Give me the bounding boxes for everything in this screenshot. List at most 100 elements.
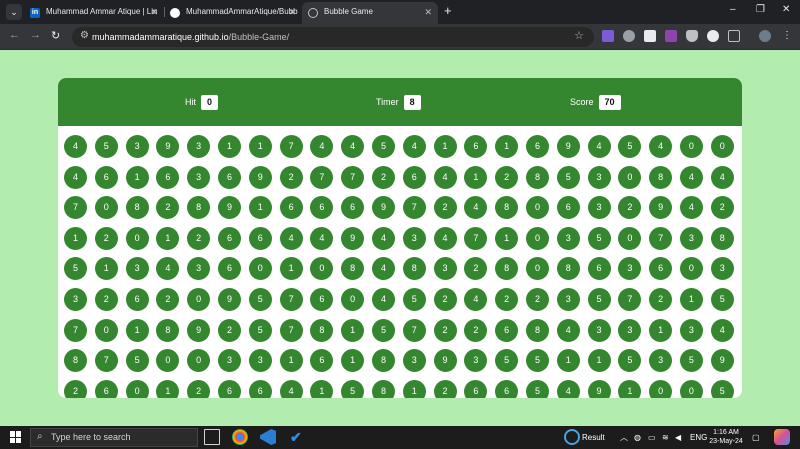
bubble[interactable]: 3 xyxy=(402,349,426,373)
bubble[interactable]: 1 xyxy=(433,135,457,158)
bubble[interactable]: 8 xyxy=(402,257,426,281)
bubble[interactable]: 7 xyxy=(464,226,488,250)
bubble[interactable]: 2 xyxy=(433,287,457,311)
bubble[interactable]: 5 xyxy=(341,379,365,398)
bubble[interactable]: 4 xyxy=(433,165,457,189)
bubble[interactable]: 5 xyxy=(371,318,395,342)
bubble[interactable]: 7 xyxy=(402,318,426,342)
close-tab-icon[interactable]: ✕ xyxy=(288,2,296,22)
bubble[interactable]: 1 xyxy=(679,287,703,311)
bubble[interactable]: 9 xyxy=(371,196,395,220)
bubble[interactable]: 8 xyxy=(525,165,549,189)
bubble[interactable]: 2 xyxy=(433,318,457,342)
bubble[interactable]: 1 xyxy=(64,226,87,250)
bubble[interactable]: 7 xyxy=(64,318,87,342)
bubble[interactable]: 0 xyxy=(94,318,118,342)
bubble[interactable]: 2 xyxy=(187,379,211,398)
browser-menu-icon[interactable]: ⋮ xyxy=(781,30,793,42)
bubble[interactable]: 5 xyxy=(710,287,734,311)
bubble[interactable]: 1 xyxy=(279,257,303,281)
bubble[interactable]: 3 xyxy=(64,287,87,311)
bubble[interactable]: 4 xyxy=(279,226,303,250)
bubble[interactable]: 2 xyxy=(94,287,118,311)
volume-icon[interactable]: ◀ xyxy=(675,426,681,449)
bubble[interactable]: 4 xyxy=(64,135,87,158)
bubble[interactable]: 5 xyxy=(618,135,642,158)
bubble[interactable]: 6 xyxy=(217,379,241,398)
bubble[interactable]: 6 xyxy=(248,226,272,250)
bubble[interactable]: 1 xyxy=(556,349,580,373)
tab-search-button[interactable]: ⌄ xyxy=(6,4,22,20)
settings-extension-icon[interactable] xyxy=(707,30,719,42)
bubble[interactable]: 2 xyxy=(371,165,395,189)
bubble[interactable]: 3 xyxy=(187,135,211,158)
bubble[interactable]: 1 xyxy=(495,226,519,250)
profile-avatar[interactable] xyxy=(759,30,771,42)
bubble[interactable]: 4 xyxy=(679,165,703,189)
bubble[interactable]: 1 xyxy=(587,349,611,373)
bubble[interactable]: 4 xyxy=(341,135,365,158)
bubble[interactable]: 0 xyxy=(525,257,549,281)
bubble[interactable]: 1 xyxy=(94,257,118,281)
chrome-icon[interactable] xyxy=(232,429,248,445)
network-icon[interactable]: ◍ xyxy=(634,426,641,449)
bubble[interactable]: 1 xyxy=(248,196,272,220)
bubble[interactable]: 2 xyxy=(64,379,87,398)
eyedropper-icon[interactable] xyxy=(623,30,635,42)
bubble[interactable]: 5 xyxy=(64,257,87,281)
shield-icon[interactable] xyxy=(686,30,698,42)
bubble[interactable]: 7 xyxy=(64,196,87,220)
bubble[interactable]: 8 xyxy=(495,196,519,220)
close-window-button[interactable]: ✕ xyxy=(782,4,790,15)
bubble[interactable]: 4 xyxy=(279,379,303,398)
bubble[interactable]: 8 xyxy=(371,379,395,398)
bubble[interactable]: 8 xyxy=(371,349,395,373)
bubble[interactable]: 5 xyxy=(587,287,611,311)
weather-icon[interactable] xyxy=(564,429,580,445)
minimize-button[interactable]: – xyxy=(730,4,736,15)
bubble[interactable]: 5 xyxy=(587,226,611,250)
extension-feather-icon[interactable] xyxy=(602,30,614,42)
bubble[interactable]: 3 xyxy=(618,257,642,281)
bubble[interactable]: 4 xyxy=(371,257,395,281)
bubble[interactable]: 2 xyxy=(649,287,673,311)
bubble[interactable]: 4 xyxy=(433,226,457,250)
bubble[interactable]: 3 xyxy=(649,349,673,373)
language-indicator[interactable]: ENG xyxy=(690,426,707,449)
task-view-icon[interactable] xyxy=(204,429,220,445)
bubble[interactable]: 3 xyxy=(217,349,241,373)
bubble[interactable]: 0 xyxy=(679,257,703,281)
weather-text[interactable]: Result xyxy=(582,426,605,449)
bubble[interactable]: 0 xyxy=(156,349,180,373)
bubble[interactable]: 0 xyxy=(710,135,734,158)
bubble[interactable]: 0 xyxy=(679,379,703,398)
wifi-icon[interactable]: ≋ xyxy=(662,426,669,449)
bubble[interactable]: 2 xyxy=(156,287,180,311)
bubble[interactable]: 1 xyxy=(464,165,488,189)
bubble[interactable]: 5 xyxy=(402,287,426,311)
bubble[interactable]: 1 xyxy=(279,349,303,373)
bubble[interactable]: 2 xyxy=(464,257,488,281)
bubble[interactable]: 0 xyxy=(618,165,642,189)
bubble[interactable]: 8 xyxy=(187,196,211,220)
bubble[interactable]: 6 xyxy=(310,349,334,373)
tab-bubble-game[interactable]: Bubble Game ✕ xyxy=(302,2,438,24)
bubble[interactable]: 6 xyxy=(464,379,488,398)
bubble[interactable]: 2 xyxy=(156,196,180,220)
bubble[interactable]: 3 xyxy=(125,257,149,281)
bubble[interactable]: 6 xyxy=(94,165,118,189)
bubble[interactable]: 4 xyxy=(710,165,734,189)
bubble[interactable]: 1 xyxy=(125,318,149,342)
bubble[interactable]: 7 xyxy=(279,287,303,311)
site-info-icon[interactable]: ⚙ xyxy=(80,30,89,41)
bubble[interactable]: 5 xyxy=(679,349,703,373)
bubble[interactable]: 6 xyxy=(279,196,303,220)
bubble[interactable]: 6 xyxy=(525,135,549,158)
bubble[interactable]: 6 xyxy=(125,287,149,311)
bubble[interactable]: 7 xyxy=(310,165,334,189)
bubble[interactable]: 1 xyxy=(217,135,241,158)
bubble[interactable]: 6 xyxy=(464,135,488,158)
bubble[interactable]: 8 xyxy=(64,349,87,373)
bubble[interactable]: 4 xyxy=(587,135,611,158)
bubble[interactable]: 3 xyxy=(587,196,611,220)
